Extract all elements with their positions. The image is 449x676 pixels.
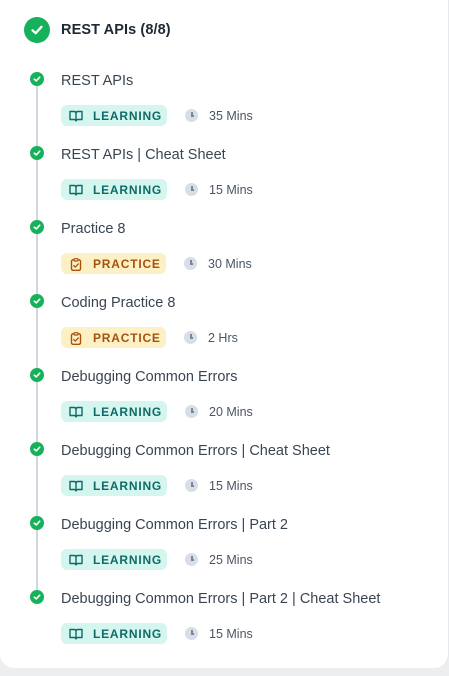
complete-check-icon <box>30 72 44 86</box>
book-icon <box>69 628 83 640</box>
clock-icon <box>185 109 198 122</box>
item-meta: LEARNING 15 Mins <box>61 179 253 200</box>
duration: 15 Mins <box>209 182 253 197</box>
complete-check-icon <box>30 590 44 604</box>
item-title[interactable]: Debugging Common Errors | Cheat Sheet <box>61 443 330 459</box>
book-icon <box>69 110 83 122</box>
complete-check-icon <box>30 368 44 382</box>
item-title[interactable]: Debugging Common Errors | Part 2 | Cheat… <box>61 591 380 607</box>
badge-label: LEARNING <box>93 626 163 641</box>
duration: 25 Mins <box>209 552 253 567</box>
badge-label: LEARNING <box>93 182 163 197</box>
learning-badge: LEARNING <box>61 179 167 200</box>
learning-badge: LEARNING <box>61 105 167 126</box>
book-icon <box>69 184 83 196</box>
badge-label: LEARNING <box>93 108 163 123</box>
item-meta: LEARNING 20 Mins <box>61 401 253 422</box>
duration: 15 Mins <box>209 478 253 493</box>
badge-label: PRACTICE <box>93 330 161 345</box>
list-item[interactable]: Debugging Common Errors | Cheat Sheet LE… <box>0 442 449 512</box>
item-title[interactable]: Practice 8 <box>61 221 125 237</box>
duration: 20 Mins <box>209 404 253 419</box>
module-complete-check-icon <box>24 17 50 43</box>
item-title[interactable]: REST APIs | Cheat Sheet <box>61 147 226 163</box>
complete-check-icon <box>30 442 44 456</box>
clipboard-icon <box>69 331 83 345</box>
practice-badge: PRACTICE <box>61 327 166 348</box>
module-header[interactable]: REST APIs (8/8) <box>24 17 171 43</box>
item-meta: LEARNING 15 Mins <box>61 475 253 496</box>
item-title[interactable]: REST APIs <box>61 73 133 89</box>
learning-badge: LEARNING <box>61 623 167 644</box>
list-item[interactable]: REST APIs | Cheat Sheet LEARNING 15 Mins <box>0 146 449 216</box>
list-item[interactable]: REST APIs LEARNING 35 Mins <box>0 72 449 142</box>
badge-label: LEARNING <box>93 478 163 493</box>
duration: 30 Mins <box>208 256 252 271</box>
book-icon <box>69 480 83 492</box>
complete-check-icon <box>30 294 44 308</box>
clock-icon <box>185 183 198 196</box>
clock-icon <box>184 257 197 270</box>
list-item[interactable]: Practice 8 PRACTICE 30 Mins <box>0 220 449 290</box>
item-meta: LEARNING 25 Mins <box>61 549 253 570</box>
item-title[interactable]: Debugging Common Errors | Part 2 <box>61 517 288 533</box>
badge-label: LEARNING <box>93 552 163 567</box>
duration: 2 Hrs <box>208 330 238 345</box>
module-card: REST APIs (8/8) REST APIs LEARNING 35 Mi… <box>0 0 449 668</box>
complete-check-icon <box>30 220 44 234</box>
item-meta: LEARNING 35 Mins <box>61 105 253 126</box>
badge-label: PRACTICE <box>93 256 161 271</box>
clock-icon <box>185 479 198 492</box>
list-item[interactable]: Coding Practice 8 PRACTICE 2 Hrs <box>0 294 449 364</box>
item-meta: PRACTICE 2 Hrs <box>61 327 238 348</box>
list-item[interactable]: Debugging Common Errors | Part 2 LEARNIN… <box>0 516 449 586</box>
practice-badge: PRACTICE <box>61 253 166 274</box>
badge-label: LEARNING <box>93 404 163 419</box>
list-item[interactable]: Debugging Common Errors | Part 2 | Cheat… <box>0 590 449 660</box>
duration: 15 Mins <box>209 626 253 641</box>
module-title: REST APIs (8/8) <box>61 22 171 38</box>
book-icon <box>69 406 83 418</box>
clock-icon <box>185 627 198 640</box>
list-item[interactable]: Debugging Common Errors LEARNING 20 Mins <box>0 368 449 438</box>
clock-icon <box>184 331 197 344</box>
item-title[interactable]: Debugging Common Errors <box>61 369 238 385</box>
clock-icon <box>185 553 198 566</box>
item-meta: LEARNING 15 Mins <box>61 623 253 644</box>
clock-icon <box>185 405 198 418</box>
learning-badge: LEARNING <box>61 549 167 570</box>
duration: 35 Mins <box>209 108 253 123</box>
complete-check-icon <box>30 516 44 530</box>
learning-badge: LEARNING <box>61 401 167 422</box>
book-icon <box>69 554 83 566</box>
clipboard-icon <box>69 257 83 271</box>
item-title[interactable]: Coding Practice 8 <box>61 295 175 311</box>
item-meta: PRACTICE 30 Mins <box>61 253 252 274</box>
learning-badge: LEARNING <box>61 475 167 496</box>
complete-check-icon <box>30 146 44 160</box>
